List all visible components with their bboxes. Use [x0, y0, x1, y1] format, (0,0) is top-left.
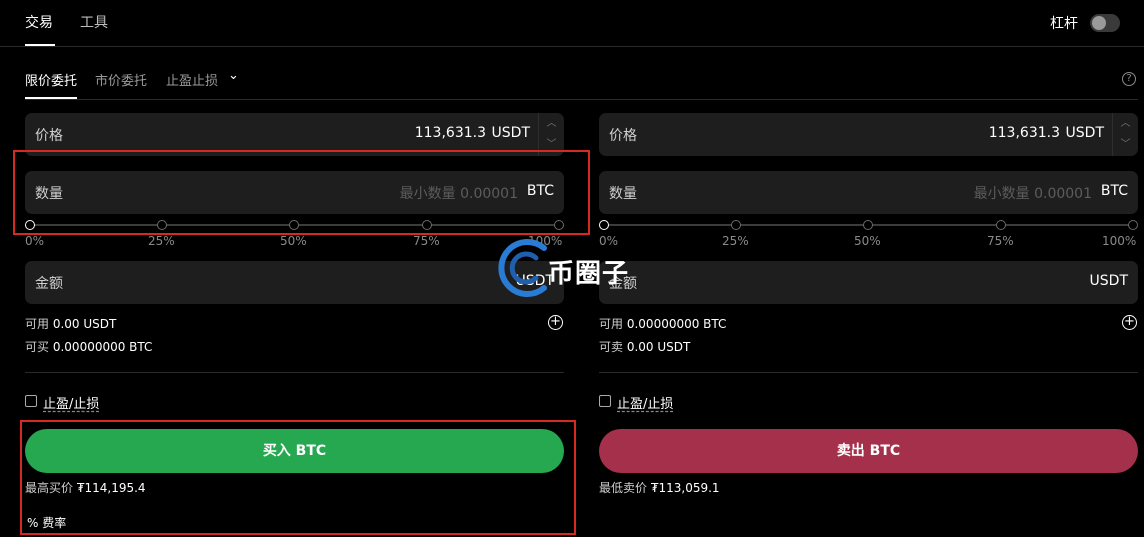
help-icon[interactable]: ?: [1122, 72, 1136, 86]
sell-best-label: 最低卖价: [599, 481, 648, 495]
buy-pct-0[interactable]: 0%: [25, 234, 44, 248]
sell-quantity-field[interactable]: 数量 最小数量 0.00001 BTC: [599, 171, 1138, 214]
highlight-box-buy: [20, 420, 576, 535]
sell-price-field[interactable]: 价格 113,631.3 USDT ︿ ﹀: [599, 113, 1138, 156]
sell-price-label: 价格: [609, 128, 637, 144]
buy-transfer-plus-icon[interactable]: +: [548, 315, 563, 330]
buy-price-label: 价格: [35, 128, 63, 144]
sell-available: 可用 0.00000000 BTC: [599, 315, 726, 332]
buy-price-unit: USDT: [491, 125, 530, 141]
sell-price-stepper[interactable]: ︿ ﹀: [1112, 113, 1138, 156]
sell-slider-mark-75[interactable]: [996, 220, 1006, 230]
sell-pct-100[interactable]: 100%: [1102, 234, 1136, 248]
buy-tpsl-checkbox[interactable]: [25, 395, 37, 407]
tabs-divider: [25, 99, 1138, 100]
chevron-down-icon[interactable]: ⌄: [228, 68, 239, 83]
sell-tpsl-label[interactable]: 止盈/止损: [617, 393, 673, 412]
sell-pct-75[interactable]: 75%: [987, 234, 1014, 248]
buy-available-value: 0.00 USDT: [52, 317, 117, 331]
sell-divider: [599, 372, 1138, 373]
buy-amount-field[interactable]: 金额 USDT: [25, 261, 564, 304]
buy-amount-label: 金额: [35, 276, 63, 292]
sell-quantity-unit: BTC: [1100, 183, 1128, 199]
stepper-down-icon[interactable]: ﹀: [1113, 134, 1138, 155]
buy-available: 可用 0.00 USDT: [25, 315, 116, 332]
header-divider: [0, 46, 1144, 47]
sell-best-value: ₮113,059.1: [650, 481, 720, 495]
sell-quantity-input[interactable]: 最小数量 0.00001: [974, 183, 1092, 203]
tab-trade[interactable]: 交易: [25, 12, 53, 32]
buy-max-value: 0.00000000 BTC: [52, 340, 153, 354]
sell-price-value[interactable]: 113,631.3: [989, 125, 1060, 141]
sell-btc-button[interactable]: 卖出 BTC: [599, 429, 1138, 473]
stepper-up-icon[interactable]: ︿: [539, 113, 564, 134]
buy-tpsl-label[interactable]: 止盈/止损: [43, 393, 99, 412]
sell-slider-mark-50[interactable]: [863, 220, 873, 230]
sell-transfer-plus-icon[interactable]: +: [1122, 315, 1137, 330]
tab-limit-order[interactable]: 限价委托: [25, 70, 77, 89]
sell-slider-mark-25[interactable]: [731, 220, 741, 230]
sell-slider-handle[interactable]: [599, 220, 609, 230]
buy-pct-50[interactable]: 50%: [280, 234, 307, 248]
tab-market-order[interactable]: 市价委托: [95, 70, 147, 89]
watermark-logo-icon: [496, 238, 556, 298]
toggle-knob: [1092, 16, 1106, 30]
stepper-up-icon[interactable]: ︿: [1113, 113, 1138, 134]
leverage-toggle[interactable]: [1090, 14, 1120, 32]
tab-tp-sl-order[interactable]: 止盈止损: [166, 70, 218, 89]
leverage-label: 杠杆: [1050, 16, 1078, 32]
sell-pct-0[interactable]: 0%: [599, 234, 618, 248]
watermark-text: 币圈子: [548, 259, 630, 289]
buy-price-value[interactable]: 113,631.3: [415, 125, 486, 141]
sell-max: 可卖 0.00 USDT: [599, 338, 690, 355]
sell-max-label: 可卖: [599, 340, 624, 354]
sell-price-unit: USDT: [1065, 125, 1104, 141]
sell-available-label: 可用: [599, 317, 624, 331]
sell-tpsl-checkbox[interactable]: [599, 395, 611, 407]
buy-pct-75[interactable]: 75%: [413, 234, 440, 248]
buy-max-label: 可买: [25, 340, 50, 354]
tab-tools[interactable]: 工具: [80, 12, 108, 32]
buy-divider: [25, 372, 564, 373]
sell-pct-25[interactable]: 25%: [722, 234, 749, 248]
sell-pct-50[interactable]: 50%: [854, 234, 881, 248]
sell-amount-field[interactable]: 金额 USDT: [599, 261, 1138, 304]
buy-pct-25[interactable]: 25%: [148, 234, 175, 248]
sell-max-value: 0.00 USDT: [626, 340, 691, 354]
highlight-box-quantity: [13, 150, 590, 235]
buy-available-label: 可用: [25, 317, 50, 331]
sell-quantity-label: 数量: [609, 186, 637, 202]
sell-available-value: 0.00000000 BTC: [626, 317, 727, 331]
sell-slider-mark-100[interactable]: [1128, 220, 1138, 230]
sell-best-price: 最低卖价 ₮113,059.1: [599, 479, 720, 496]
sell-amount-unit: USDT: [1089, 273, 1128, 289]
buy-max: 可买 0.00000000 BTC: [25, 338, 152, 355]
